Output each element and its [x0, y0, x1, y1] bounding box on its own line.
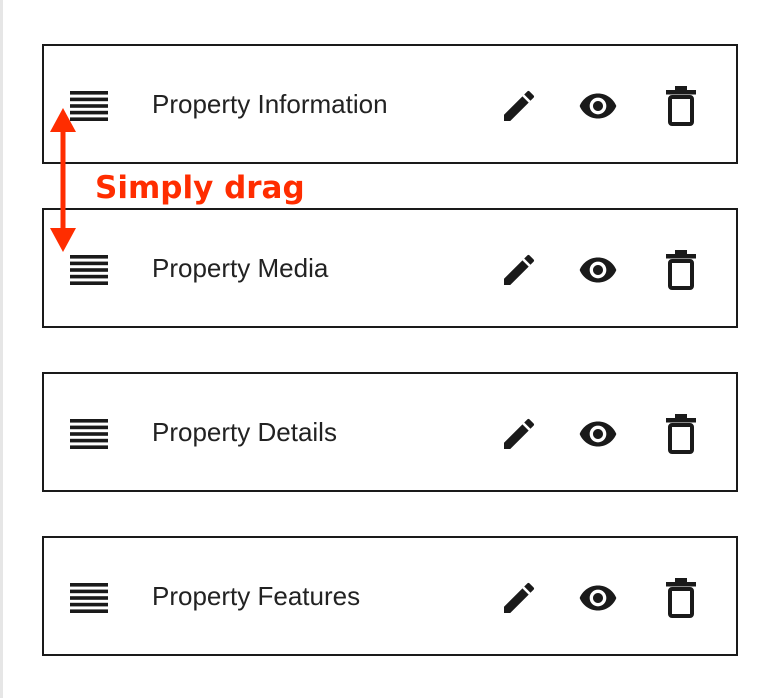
- delete-button[interactable]: [659, 86, 703, 126]
- view-button[interactable]: [576, 250, 620, 290]
- section-label: Property Details: [152, 417, 337, 447]
- left-divider: [0, 0, 3, 698]
- eye-icon: [579, 93, 617, 119]
- edit-button[interactable]: [497, 250, 541, 290]
- delete-button[interactable]: [659, 250, 703, 290]
- view-button[interactable]: [576, 86, 620, 126]
- delete-button[interactable]: [659, 578, 703, 618]
- drag-handle-icon[interactable]: [70, 583, 108, 613]
- trash-icon: [666, 86, 696, 126]
- section-list-page: Property Information Property Media Prop…: [0, 0, 782, 698]
- section-row-property-information[interactable]: Property Information: [42, 44, 738, 164]
- section-row-property-details[interactable]: Property Details: [42, 372, 738, 492]
- view-button[interactable]: [576, 578, 620, 618]
- edit-button[interactable]: [497, 578, 541, 618]
- trash-icon: [666, 250, 696, 290]
- eye-icon: [579, 585, 617, 611]
- pencil-icon: [504, 418, 535, 449]
- pencil-icon: [504, 582, 535, 613]
- drag-handle-icon[interactable]: [70, 255, 108, 285]
- edit-button[interactable]: [497, 414, 541, 454]
- trash-icon: [666, 578, 696, 618]
- section-label: Property Features: [152, 581, 361, 611]
- drag-hint-annotation: Simply drag: [95, 170, 305, 206]
- section-label: Property Media: [152, 253, 329, 283]
- eye-icon: [579, 421, 617, 447]
- eye-icon: [579, 257, 617, 283]
- delete-button[interactable]: [659, 414, 703, 454]
- edit-button[interactable]: [497, 86, 541, 126]
- section-row-property-features[interactable]: Property Features: [42, 536, 738, 656]
- section-label: Property Information: [152, 89, 388, 119]
- double-arrow-icon: [50, 108, 76, 252]
- view-button[interactable]: [576, 414, 620, 454]
- section-row-property-media[interactable]: Property Media: [42, 208, 738, 328]
- pencil-icon: [504, 90, 535, 121]
- drag-handle-icon[interactable]: [70, 419, 108, 449]
- pencil-icon: [504, 254, 535, 285]
- trash-icon: [666, 414, 696, 454]
